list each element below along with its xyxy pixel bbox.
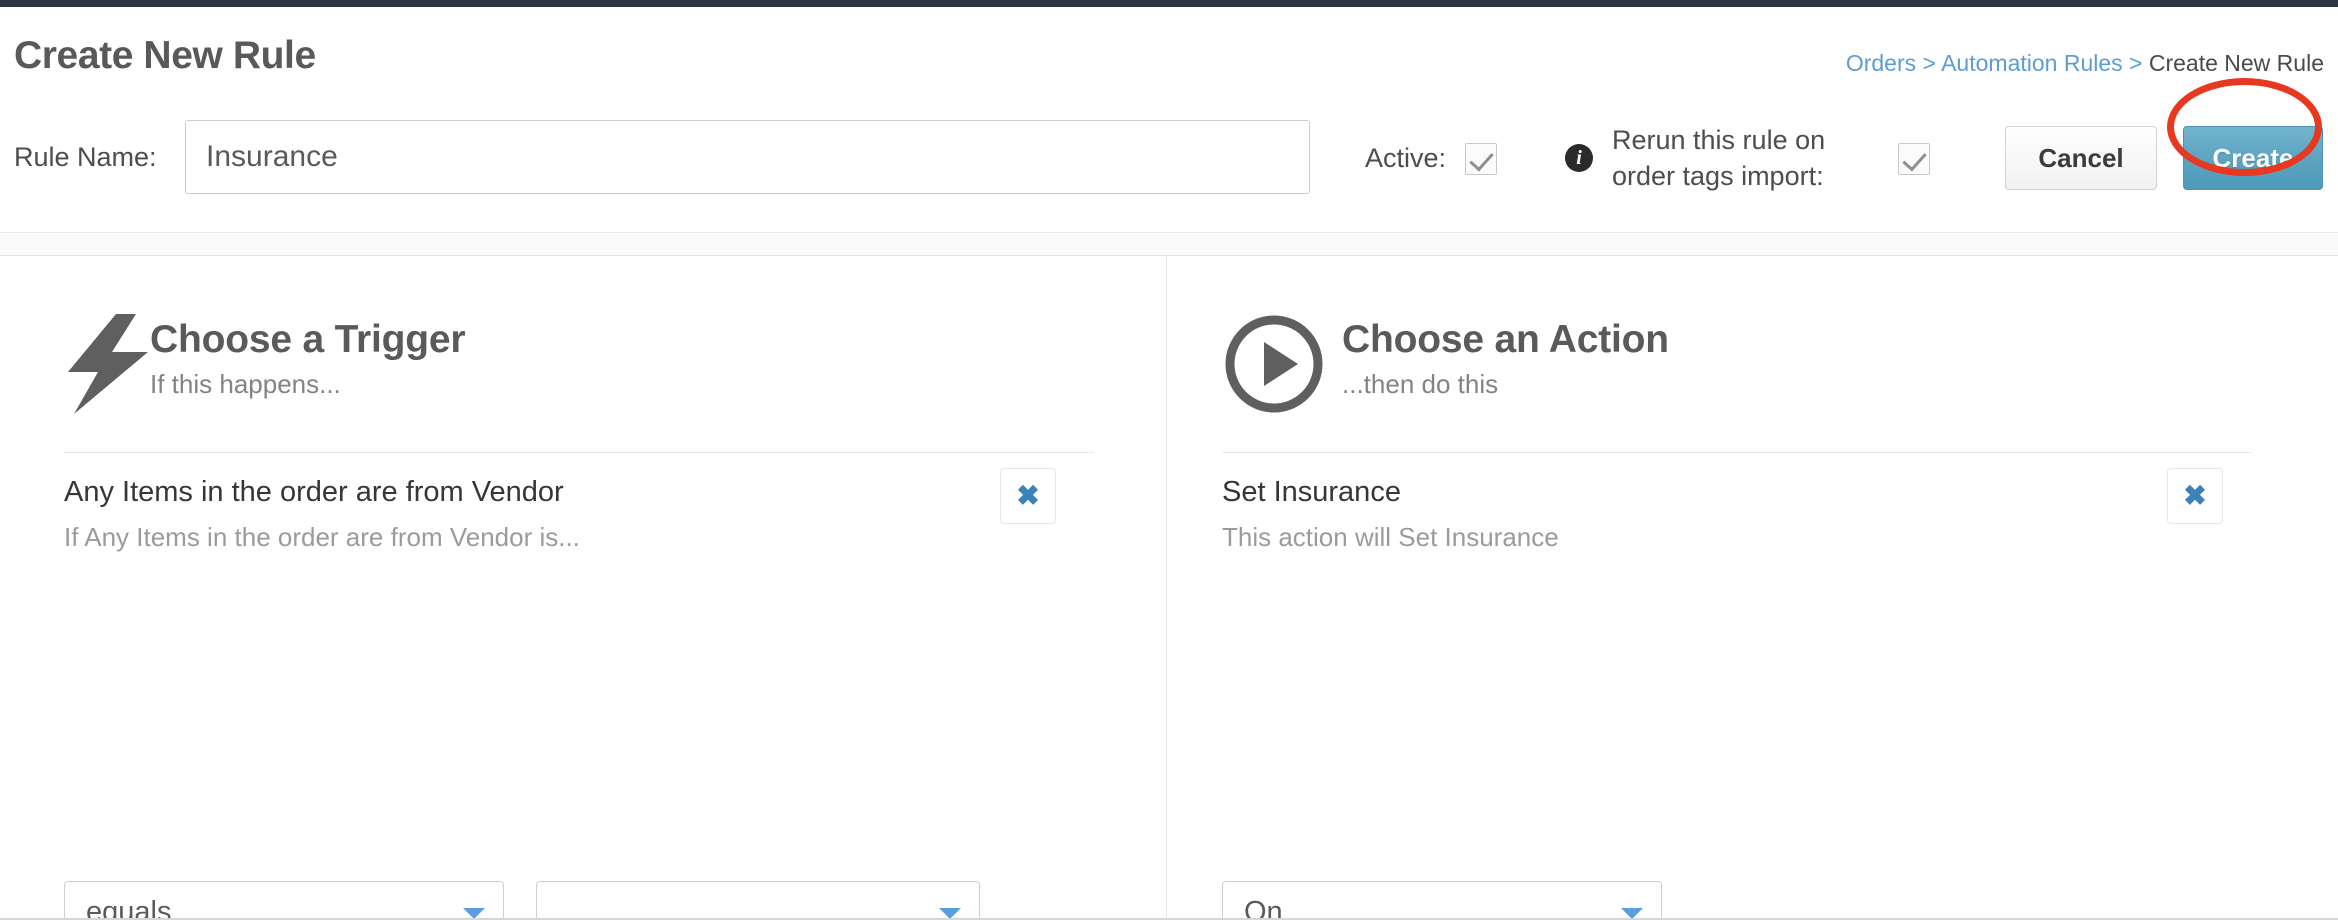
header-body-separator xyxy=(0,232,2338,256)
create-new-rule-page: Create New Rule Orders > Automation Rule… xyxy=(0,0,2338,920)
page-title: Create New Rule xyxy=(14,34,316,77)
active-checkbox[interactable] xyxy=(1465,143,1497,175)
trigger-item-description: If Any Items in the order are from Vendo… xyxy=(64,522,580,552)
trigger-remove-button[interactable]: ✖ xyxy=(1000,468,1056,524)
breadcrumb-separator-1: > xyxy=(1922,50,1936,76)
rule-name-label: Rule Name: xyxy=(14,142,157,172)
breadcrumb-orders[interactable]: Orders xyxy=(1846,50,1916,76)
rule-name-row: Rule Name: Active: i Rerun this rule on … xyxy=(0,120,2338,200)
play-circle-icon xyxy=(1222,312,1323,416)
trigger-operator-select[interactable]: equals xyxy=(64,881,504,920)
create-button[interactable]: Create xyxy=(2183,126,2323,190)
action-remove-button[interactable]: ✖ xyxy=(2167,468,2223,524)
active-label: Active: xyxy=(1365,143,1447,173)
rerun-on-import-label: Rerun this rule on order tags import: xyxy=(1612,125,1826,191)
trigger-operator-value: equals xyxy=(86,896,172,920)
trigger-value-select[interactable] xyxy=(536,881,980,920)
trigger-panel-subtitle: If this happens... xyxy=(150,369,341,399)
trigger-header-rule xyxy=(64,452,1094,453)
rule-name-input[interactable] xyxy=(185,120,1310,194)
action-value-select[interactable]: On xyxy=(1222,881,1662,920)
rerun-on-import-checkbox[interactable] xyxy=(1898,143,1930,175)
trigger-panel-title: Choose a Trigger xyxy=(150,318,466,361)
breadcrumb: Orders > Automation Rules > Create New R… xyxy=(1846,50,2324,77)
breadcrumb-current: Create New Rule xyxy=(2148,50,2324,76)
rule-builder-panels: Choose a Trigger If this happens... Any … xyxy=(0,256,2338,920)
trigger-item-title: Any Items in the order are from Vendor xyxy=(64,476,564,508)
action-panel: Choose an Action ...then do this Set Ins… xyxy=(1167,256,2338,920)
action-header-rule xyxy=(1222,452,2252,453)
trigger-panel: Choose a Trigger If this happens... Any … xyxy=(0,256,1166,920)
action-panel-subtitle: ...then do this xyxy=(1342,369,1499,399)
info-icon[interactable]: i xyxy=(1565,144,1593,172)
breadcrumb-separator-2: > xyxy=(2129,50,2143,76)
trigger-panel-header-text: Choose a Trigger If this happens... xyxy=(150,316,466,400)
action-value-value: On xyxy=(1244,896,1283,920)
action-item-title: Set Insurance xyxy=(1222,476,1401,508)
breadcrumb-automation-rules[interactable]: Automation Rules xyxy=(1941,50,2123,76)
action-item-description: This action will Set Insurance xyxy=(1222,522,1559,552)
app-top-bar xyxy=(0,0,2338,7)
action-panel-header-text: Choose an Action ...then do this xyxy=(1342,316,1669,400)
page-header: Create New Rule Orders > Automation Rule… xyxy=(0,7,2338,232)
lightning-bolt-icon xyxy=(64,312,152,416)
cancel-button[interactable]: Cancel xyxy=(2005,126,2157,190)
action-panel-title: Choose an Action xyxy=(1342,318,1669,361)
